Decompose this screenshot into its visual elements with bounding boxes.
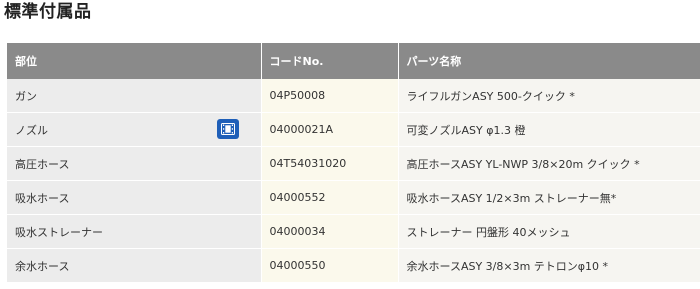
parts-table: 部位 コードNo. パーツ名称 ガン 04P50008 ライフルガンASY 50… (7, 43, 700, 282)
part-name-cell: 可変ノズルASY φ1.3 橙 (398, 112, 700, 147)
part-name-cell: 吸水ホースASY 1/2×3m ストレーナー無* (398, 180, 700, 215)
part-cell: 高圧ホース (7, 146, 262, 181)
code-cell: 04000034 (261, 214, 399, 249)
table-row: 吸水ストレーナー 04000034 ストレーナー 円盤形 40メッシュ (7, 214, 700, 249)
table-row: ガン 04P50008 ライフルガンASY 500-クイック * (7, 79, 700, 113)
column-header-code: コードNo. (261, 43, 399, 79)
table-row: 高圧ホース 04T54031020 高圧ホースASY YL-NWP 3/8×20… (7, 146, 700, 181)
section-title: 標準付属品 (4, 2, 92, 22)
table-row: 吸水ホース 04000552 吸水ホースASY 1/2×3m ストレーナー無* (7, 180, 700, 215)
table-row: ノズル 04000021A 可変ノズルASY φ1.3 橙 (7, 112, 700, 147)
code-cell: 04T54031020 (261, 146, 399, 181)
part-cell: ガン (7, 79, 262, 113)
column-header-name: パーツ名称 (398, 43, 700, 79)
video-button[interactable] (216, 119, 239, 139)
code-cell: 04000550 (261, 248, 399, 282)
part-name-cell: 高圧ホースASY YL-NWP 3/8×20m クイック * (398, 146, 700, 181)
code-cell: 04000552 (261, 180, 399, 215)
table-header-row: 部位 コードNo. パーツ名称 (7, 43, 700, 79)
part-name-cell: 余水ホースASY 3/8×3m テトロンφ10 * (398, 248, 700, 282)
part-label: ノズル (15, 123, 48, 137)
part-cell: 余水ホース (7, 248, 262, 282)
column-header-part: 部位 (7, 43, 262, 79)
code-cell: 04000021A (261, 112, 399, 147)
part-name-cell: ストレーナー 円盤形 40メッシュ (398, 214, 700, 249)
part-cell: 吸水ホース (7, 180, 262, 215)
part-cell-with-video: ノズル (7, 112, 262, 147)
video-icon (220, 123, 235, 135)
code-cell: 04P50008 (261, 79, 399, 113)
table-row: 余水ホース 04000550 余水ホースASY 3/8×3m テトロンφ10 * (7, 248, 700, 282)
part-cell: 吸水ストレーナー (7, 214, 262, 249)
part-name-cell: ライフルガンASY 500-クイック * (398, 79, 700, 113)
